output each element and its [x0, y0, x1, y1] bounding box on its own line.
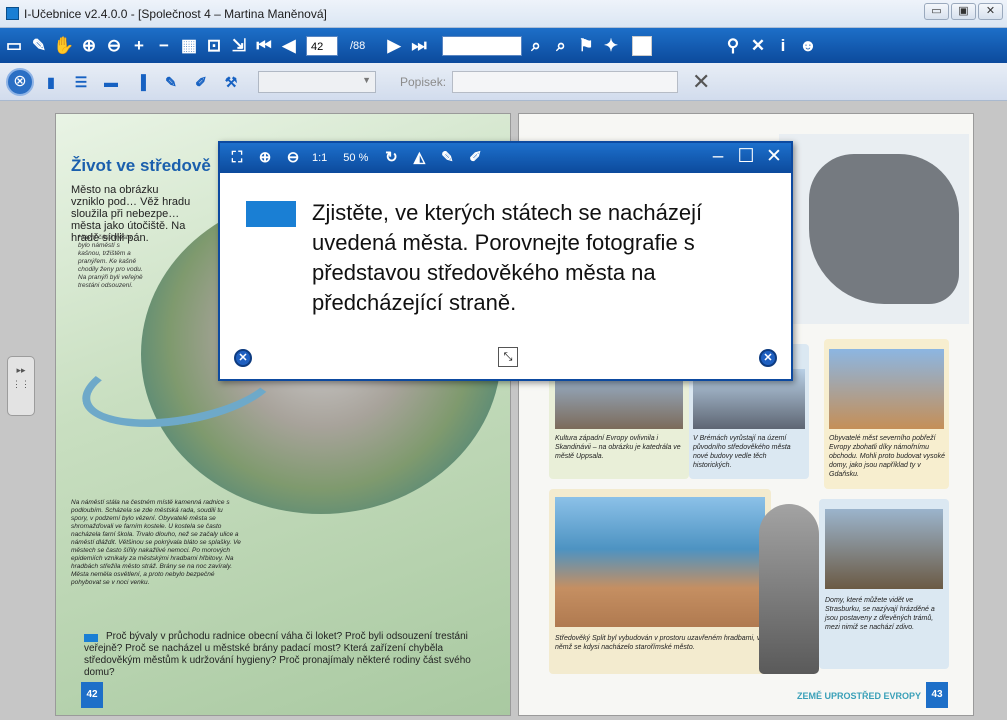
- bottom-note: Na náměstí stála na čestném místě kamenn…: [71, 499, 241, 586]
- fit-icon[interactable]: ⛶: [226, 147, 248, 169]
- pen-icon[interactable]: ✎: [436, 147, 458, 169]
- europe-map: [779, 134, 969, 324]
- prev-page-icon[interactable]: ◀: [278, 35, 300, 57]
- zoom-percent-label: 50 %: [343, 152, 369, 164]
- grid-icon[interactable]: ▦: [178, 35, 200, 57]
- highlighter-icon[interactable]: ✎: [158, 71, 184, 93]
- photo-strasbourg[interactable]: [825, 509, 943, 589]
- text-lines-icon[interactable]: ☰: [68, 71, 94, 93]
- zoom-in-icon[interactable]: ⊕: [78, 35, 100, 57]
- dialog-body: Zjistěte, ve kterých státech se nacházej…: [220, 173, 791, 379]
- task-marker: [246, 201, 296, 227]
- pen-eraser-icon[interactable]: ✐: [464, 147, 486, 169]
- menu-round-icon[interactable]: ⊗: [6, 67, 34, 96]
- first-page-icon[interactable]: ⏮: [253, 35, 275, 57]
- zoom-dialog: ⛶ ⊕ ⊖ 1:1 50 % ↻ ◭ ✎ ✐ – ☐ ✕ Zjistěte, v…: [218, 141, 793, 381]
- photo-split[interactable]: [555, 497, 765, 627]
- zoom-out-icon[interactable]: ⊖: [282, 147, 304, 169]
- page-total: /88: [350, 39, 366, 52]
- expand-icon[interactable]: ⤡: [498, 347, 518, 367]
- page-number-input[interactable]: 42: [306, 35, 338, 56]
- zoom-out-icon[interactable]: ⊖: [103, 35, 125, 57]
- zoom-plus-icon[interactable]: +: [128, 35, 150, 57]
- brush-icon[interactable]: ⚒: [218, 71, 244, 93]
- color-picker-white[interactable]: [632, 35, 652, 56]
- maximize-window-button[interactable]: ▣: [951, 3, 976, 20]
- rotate-icon[interactable]: ↻: [380, 147, 402, 169]
- caption-gdansk: Obyvatelé měst severního pobřeží Evropy …: [829, 435, 945, 478]
- dialog-window-controls: – ☐ ✕: [709, 146, 783, 168]
- knight-illustration: [759, 504, 819, 674]
- minimize-window-button[interactable]: ▭: [924, 3, 949, 20]
- page-title: Život ve středově: [71, 156, 211, 175]
- question-text: Proč bývaly v průchodu radnice obecní vá…: [84, 631, 489, 679]
- secondary-toolbar: ⊗ ▮ ☰ ▬ ▐ ✎ ✐ ⚒ ▼ Popisek: ✕: [0, 63, 1007, 101]
- contrast-icon[interactable]: ◭: [408, 147, 430, 169]
- chapter-footer: ZEMĚ UPROSTŘED EVROPY: [796, 691, 921, 701]
- photo-gdansk[interactable]: [829, 349, 944, 429]
- zoom-in-icon[interactable]: ⊕: [254, 147, 276, 169]
- info-icon[interactable]: i: [772, 35, 794, 57]
- dialog-text: Zjistěte, ve kterých státech se nacházej…: [312, 200, 703, 315]
- caption-bremen: V Brémách vyrůstají na území původního s…: [693, 435, 791, 469]
- tools-icon[interactable]: ✕: [747, 35, 769, 57]
- caption-uppsala: Kultura západní Evropy ovlivnila i Skand…: [555, 435, 681, 460]
- dialog-maximize-button[interactable]: ☐: [737, 146, 755, 168]
- layer-dropdown[interactable]: ▼: [258, 70, 376, 93]
- window-controls: ▭ ▣ ✕: [924, 3, 1003, 20]
- popisek-input[interactable]: [452, 70, 679, 93]
- fit-width-icon[interactable]: ⇲: [228, 35, 250, 57]
- zoom-minus-icon[interactable]: −: [153, 35, 175, 57]
- caption-split: Středověký Split byl vybudován v prostor…: [555, 635, 761, 651]
- fit-page-icon[interactable]: ⊡: [203, 35, 225, 57]
- close-right-icon[interactable]: ✕: [759, 349, 777, 367]
- close-window-button[interactable]: ✕: [978, 3, 1003, 20]
- page-number-right: 43: [926, 682, 948, 708]
- last-page-icon[interactable]: ⏭: [408, 35, 430, 57]
- map-land: [809, 154, 959, 304]
- app-icon: [6, 7, 19, 20]
- search-prev-icon[interactable]: ⌕: [525, 35, 547, 57]
- page-number-left: 42: [81, 682, 103, 708]
- main-toolbar: ▭ ✎ ✋ ⊕ ⊖ + − ▦ ⊡ ⇲ ⏮ ◀ 42 /88 ▶ ⏭ ⌕ ⌕ ⚑…: [0, 28, 1007, 63]
- window-title: I-Učebnice v2.4.0.0 - [Společnost 4 – Ma…: [24, 7, 327, 21]
- next-page-icon[interactable]: ▶: [383, 35, 405, 57]
- www-icon[interactable]: ▬: [98, 71, 124, 93]
- side-note: Hlavní částí města bylo náměstí s kašnou…: [78, 234, 143, 289]
- search-input[interactable]: [442, 35, 522, 56]
- hand-icon[interactable]: ✋: [53, 35, 75, 57]
- chevron-down-icon: ▼: [362, 74, 371, 85]
- dialog-toolbar: ⛶ ⊕ ⊖ 1:1 50 % ↻ ◭ ✎ ✐ – ☐ ✕: [220, 143, 791, 173]
- popisek-label: Popisek:: [400, 74, 447, 89]
- google-icon[interactable]: ✦: [600, 35, 622, 57]
- pin-icon[interactable]: ⚲: [722, 35, 744, 57]
- new-page-icon[interactable]: ▭: [3, 35, 25, 57]
- close-left-icon[interactable]: ✕: [234, 349, 252, 367]
- flag-icon[interactable]: ⚑: [575, 35, 597, 57]
- title-bar: I-Učebnice v2.4.0.0 - [Společnost 4 – Ma…: [0, 0, 1007, 28]
- page-icon[interactable]: ▮: [38, 71, 64, 93]
- eraser-highlighter-icon[interactable]: ✐: [188, 71, 214, 93]
- dialog-close-button[interactable]: ✕: [765, 146, 783, 168]
- audio-icon[interactable]: ▐: [128, 71, 154, 93]
- dialog-minimize-button[interactable]: –: [709, 146, 727, 168]
- zoom-ratio-button[interactable]: 1:1: [312, 152, 327, 164]
- clear-icon[interactable]: ✕: [692, 69, 710, 95]
- side-panel-handle[interactable]: ▸▸ ⋮⋮: [7, 356, 35, 416]
- user-icon[interactable]: ☻: [797, 35, 819, 57]
- eraser-icon[interactable]: ✎: [28, 35, 50, 57]
- search-next-icon[interactable]: ⌕: [550, 35, 572, 57]
- caption-strasbourg: Domy, které můžete vidět ve Strasburku, …: [825, 597, 935, 631]
- question-body: Proč bývaly v průchodu radnice obecní vá…: [84, 631, 471, 678]
